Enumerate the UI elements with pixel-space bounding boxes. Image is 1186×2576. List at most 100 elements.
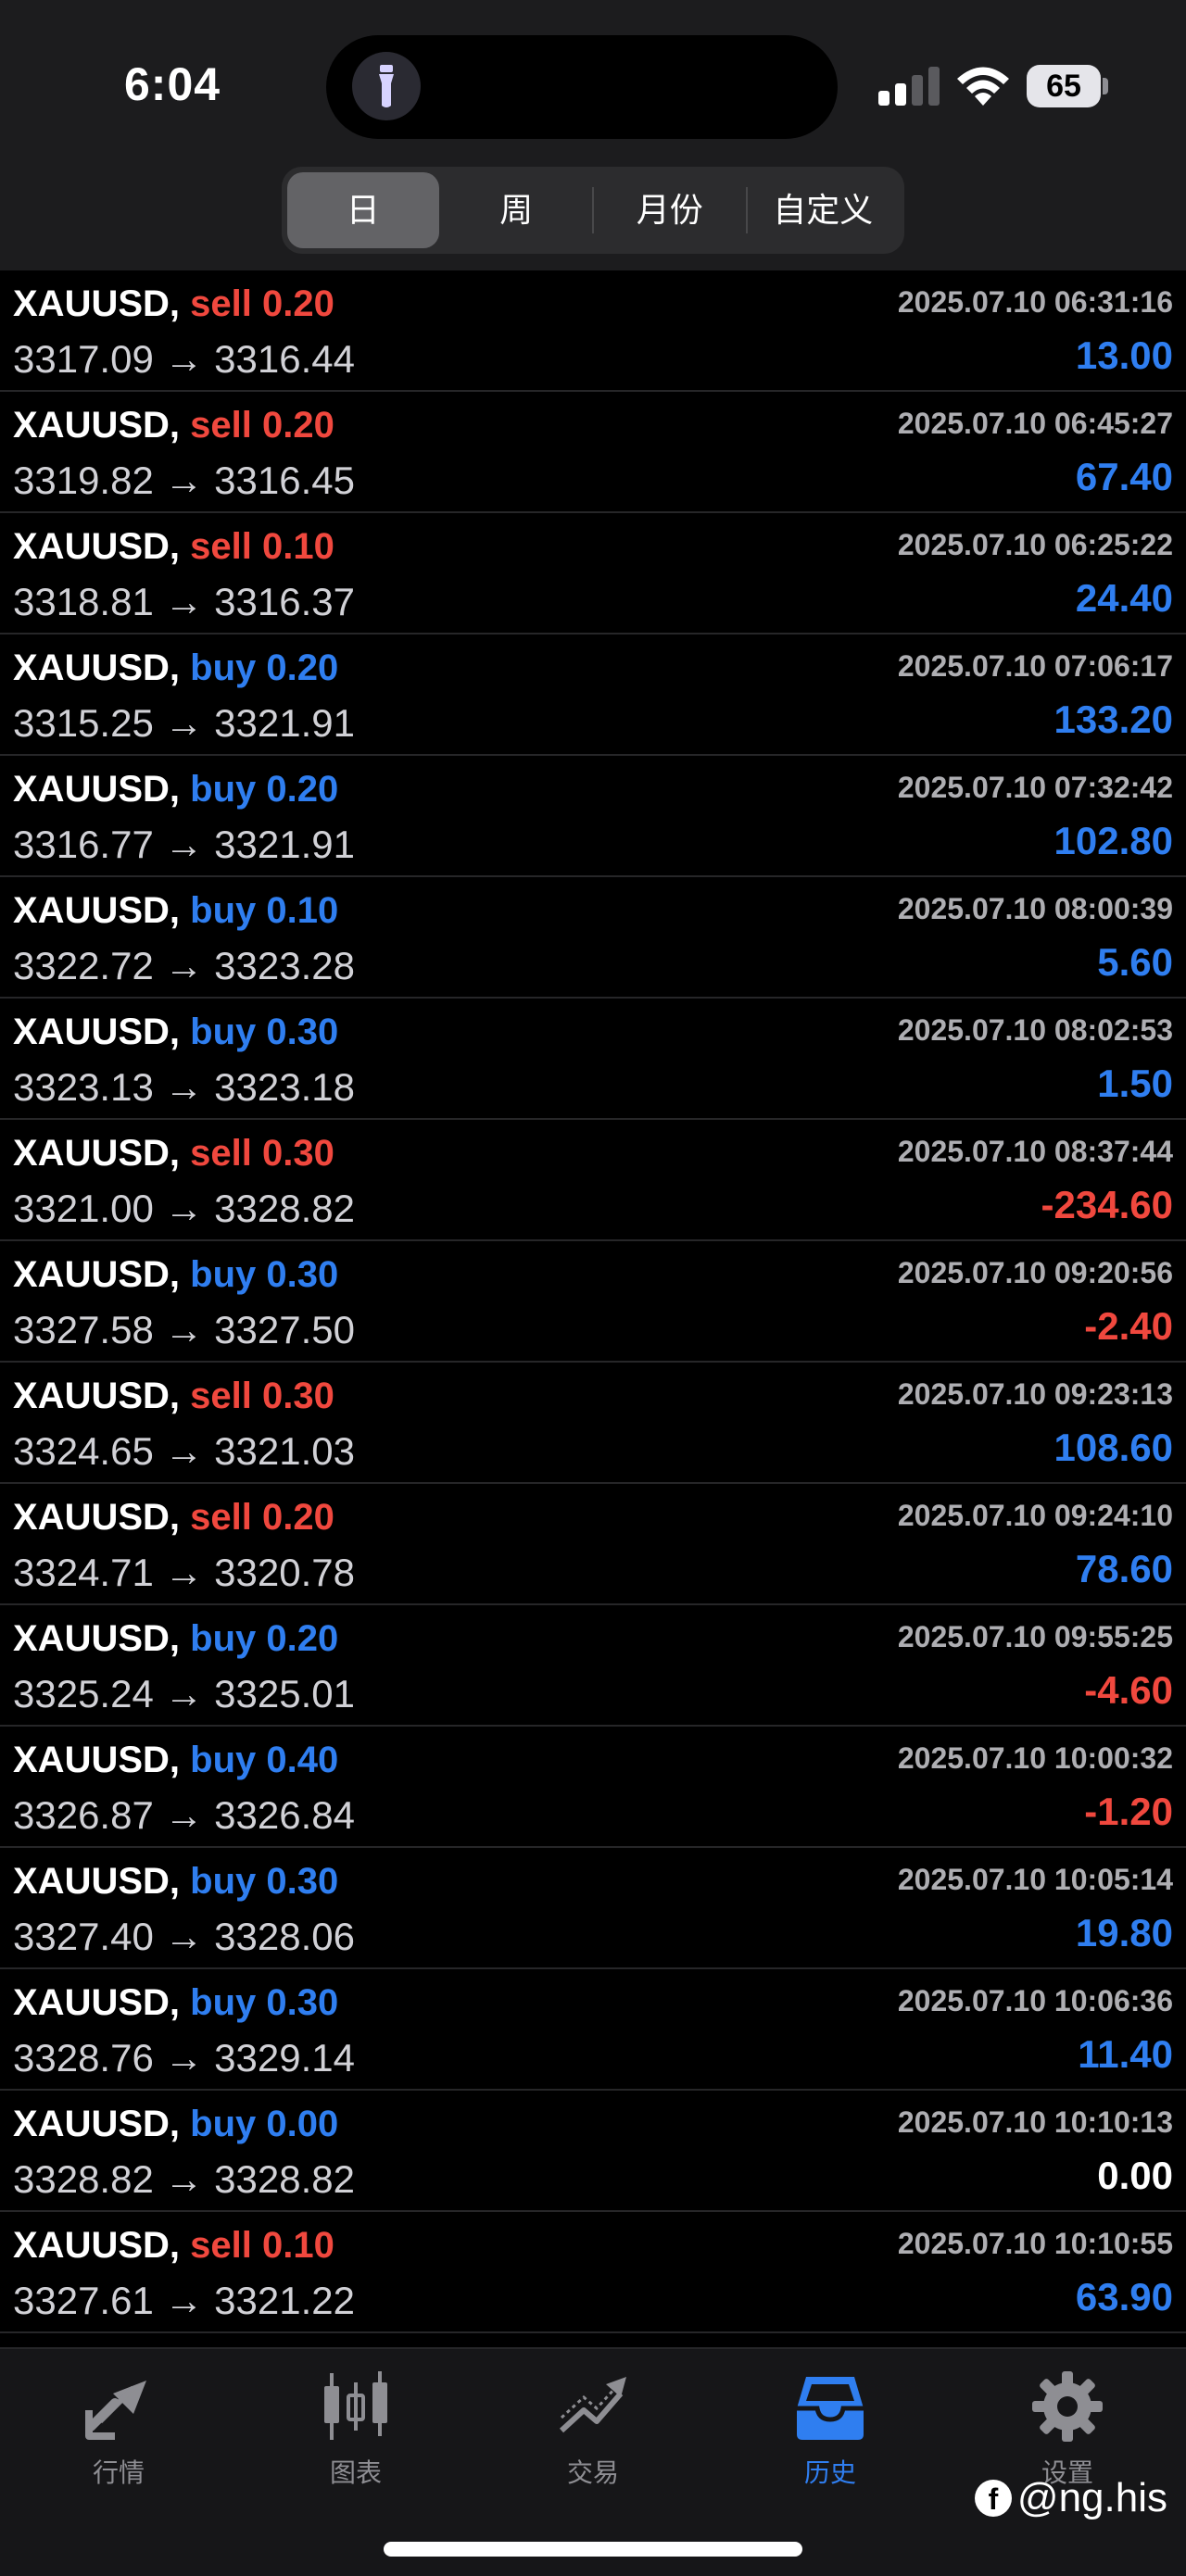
tab-quotes[interactable]: 行情	[44, 2369, 193, 2508]
deal-symbol: XAUUSD,	[13, 1861, 181, 1902]
deal-lot: 0.40	[266, 1740, 339, 1780]
deal-symbol: XAUUSD,	[13, 1376, 181, 1416]
cellular-signal-icon	[878, 67, 940, 106]
deal-profit: 63.90	[1075, 2275, 1173, 2318]
period-tab-day[interactable]: 日	[287, 172, 439, 248]
deal-symbol: XAUUSD,	[13, 1497, 181, 1538]
deal-time: 2025.07.10 09:55:25	[897, 1620, 1173, 1653]
deal-lot: 0.30	[266, 1982, 339, 2023]
deal-row[interactable]: XAUUSD, buy 0.40 3326.87 → 3326.84 2025.07…	[0, 1727, 1186, 1848]
deal-row[interactable]: XAUUSD, sell 0.10 3327.61 → 3321.22 2025.0…	[0, 2212, 1186, 2333]
deal-time: 2025.07.10 09:24:10	[897, 1499, 1173, 1532]
deal-history-list[interactable]: XAUUSD, sell 0.20 3317.09 → 3316.44 2025.0…	[0, 270, 1186, 2333]
deal-prices: 3316.77 → 3321.91	[13, 823, 355, 867]
deal-row[interactable]: XAUUSD, buy 0.30 3328.76 → 3329.14 2025.07…	[0, 1969, 1186, 2091]
tab-trade[interactable]: 交易	[519, 2369, 667, 2508]
deal-row[interactable]: XAUUSD, buy 0.30 3323.13 → 3323.18 2025.07…	[0, 999, 1186, 1120]
deal-row[interactable]: XAUUSD, sell 0.20 3324.71 → 3320.78 2025.0…	[0, 1484, 1186, 1605]
arrow-right-icon: →	[164, 1187, 204, 1230]
deal-time: 2025.07.10 06:31:16	[897, 285, 1173, 319]
deal-row[interactable]: XAUUSD, sell 0.30 3321.00 → 3328.82 2025.0…	[0, 1120, 1186, 1241]
deal-symbol: XAUUSD,	[13, 1254, 181, 1295]
deal-symbol: XAUUSD,	[13, 1740, 181, 1780]
tab-history[interactable]: 历史	[756, 2369, 904, 2508]
deal-lot: 0.20	[262, 1497, 334, 1538]
deal-time: 2025.07.10 07:32:42	[897, 771, 1173, 804]
quotes-arrows-icon	[85, 2381, 146, 2440]
deal-open-price: 3319.82	[13, 459, 154, 502]
deal-row[interactable]: XAUUSD, sell 0.20 3317.09 → 3316.44 2025.0…	[0, 270, 1186, 392]
arrow-right-icon: →	[164, 1672, 204, 1715]
deal-symbol-line: XAUUSD, sell 0.30	[13, 1133, 334, 1175]
deal-side: sell	[190, 2225, 252, 2266]
deal-profit: -2.40	[1084, 1304, 1173, 1348]
deal-row[interactable]: XAUUSD, buy 0.10 3322.72 → 3323.28 2025.07…	[0, 877, 1186, 999]
deal-time: 2025.07.10 10:10:55	[897, 2227, 1173, 2260]
arrow-right-icon: →	[164, 1793, 204, 1837]
deal-symbol: XAUUSD,	[13, 2104, 181, 2144]
arrow-right-icon: →	[164, 2036, 204, 2080]
wifi-icon	[957, 67, 1009, 106]
header-area: 6:04 65 日 周 月份 自定义	[0, 0, 1186, 270]
deal-lot: 0.30	[266, 1861, 339, 1902]
deal-open-price: 3317.09	[13, 337, 154, 381]
deal-lot: 0.20	[266, 647, 339, 688]
deal-close-price: 3321.91	[214, 701, 355, 745]
deal-prices: 3324.65 → 3321.03	[13, 1429, 355, 1474]
deal-prices: 3317.09 → 3316.44	[13, 337, 355, 382]
arrow-right-icon: →	[164, 337, 204, 381]
arrow-right-icon: →	[164, 1429, 204, 1473]
tab-history-label: 历史	[803, 2458, 856, 2487]
deal-row[interactable]: XAUUSD, sell 0.20 3319.82 → 3316.45 2025.0…	[0, 392, 1186, 513]
deal-row[interactable]: XAUUSD, buy 0.20 3325.24 → 3325.01 2025.07…	[0, 1605, 1186, 1727]
period-tab-week[interactable]: 周	[441, 172, 593, 248]
deal-side: buy	[190, 1861, 257, 1902]
watermark: f @ng.his	[974, 2475, 1167, 2521]
deal-prices: 3315.25 → 3321.91	[13, 701, 355, 746]
home-indicator[interactable]	[384, 2542, 802, 2557]
deal-profit: -234.60	[1041, 1183, 1173, 1226]
deal-symbol-line: XAUUSD, buy 0.30	[13, 1861, 338, 1903]
deal-symbol-line: XAUUSD, buy 0.20	[13, 1618, 338, 1660]
deal-symbol-line: XAUUSD, buy 0.00	[13, 2104, 338, 2145]
deal-time: 2025.07.10 08:02:53	[897, 1013, 1173, 1047]
deal-row[interactable]: XAUUSD, buy 0.20 3315.25 → 3321.91 2025.07…	[0, 635, 1186, 756]
deal-symbol-line: XAUUSD, sell 0.20	[13, 405, 334, 446]
arrow-right-icon: →	[164, 1065, 204, 1109]
deal-open-price: 3316.77	[13, 823, 154, 866]
deal-side: buy	[190, 1618, 257, 1659]
deal-symbol-line: XAUUSD, sell 0.10	[13, 2225, 334, 2267]
flashlight-icon	[352, 52, 421, 120]
history-inbox-icon	[797, 2377, 864, 2440]
deal-side: sell	[190, 1376, 252, 1416]
deal-profit: 11.40	[1078, 2032, 1173, 2076]
deal-row[interactable]: XAUUSD, sell 0.30 3324.65 → 3321.03 2025.0…	[0, 1363, 1186, 1484]
deal-open-price: 3322.72	[13, 944, 154, 987]
deal-time: 2025.07.10 10:00:32	[897, 1741, 1173, 1775]
period-tab-month[interactable]: 月份	[594, 172, 746, 248]
deal-row[interactable]: XAUUSD, buy 0.00 3328.82 → 3328.82 2025.07…	[0, 2091, 1186, 2212]
deal-time: 2025.07.10 06:45:27	[897, 407, 1173, 440]
bottom-tab-bar: 行情 图表 交易 历史 设置	[0, 2347, 1186, 2576]
deal-row[interactable]: XAUUSD, buy 0.20 3316.77 → 3321.91 2025.07…	[0, 756, 1186, 877]
deal-close-price: 3321.03	[214, 1429, 355, 1473]
deal-prices: 3327.58 → 3327.50	[13, 1308, 355, 1352]
deal-profit: -1.20	[1084, 1790, 1173, 1833]
tab-chart[interactable]: 图表	[282, 2369, 430, 2508]
deal-row[interactable]: XAUUSD, buy 0.30 3327.58 → 3327.50 2025.07…	[0, 1241, 1186, 1363]
period-tab-custom[interactable]: 自定义	[748, 172, 900, 248]
deal-profit: 19.80	[1075, 1911, 1173, 1954]
dynamic-island	[326, 35, 838, 139]
deal-open-price: 3318.81	[13, 580, 154, 623]
deal-row[interactable]: XAUUSD, sell 0.10 3318.81 → 3316.37 2025.0…	[0, 513, 1186, 635]
watermark-handle: @ng.his	[1016, 2475, 1167, 2520]
arrow-right-icon: →	[164, 2279, 204, 2322]
deal-time: 2025.07.10 08:37:44	[897, 1135, 1173, 1168]
deal-close-price: 3328.82	[214, 1187, 355, 1230]
deal-prices: 3328.76 → 3329.14	[13, 2036, 355, 2080]
deal-symbol-line: XAUUSD, sell 0.20	[13, 283, 334, 325]
deal-lot: 0.30	[266, 1254, 339, 1295]
deal-symbol: XAUUSD,	[13, 1618, 181, 1659]
deal-side: buy	[190, 2104, 257, 2144]
deal-row[interactable]: XAUUSD, buy 0.30 3327.40 → 3328.06 2025.07…	[0, 1848, 1186, 1969]
